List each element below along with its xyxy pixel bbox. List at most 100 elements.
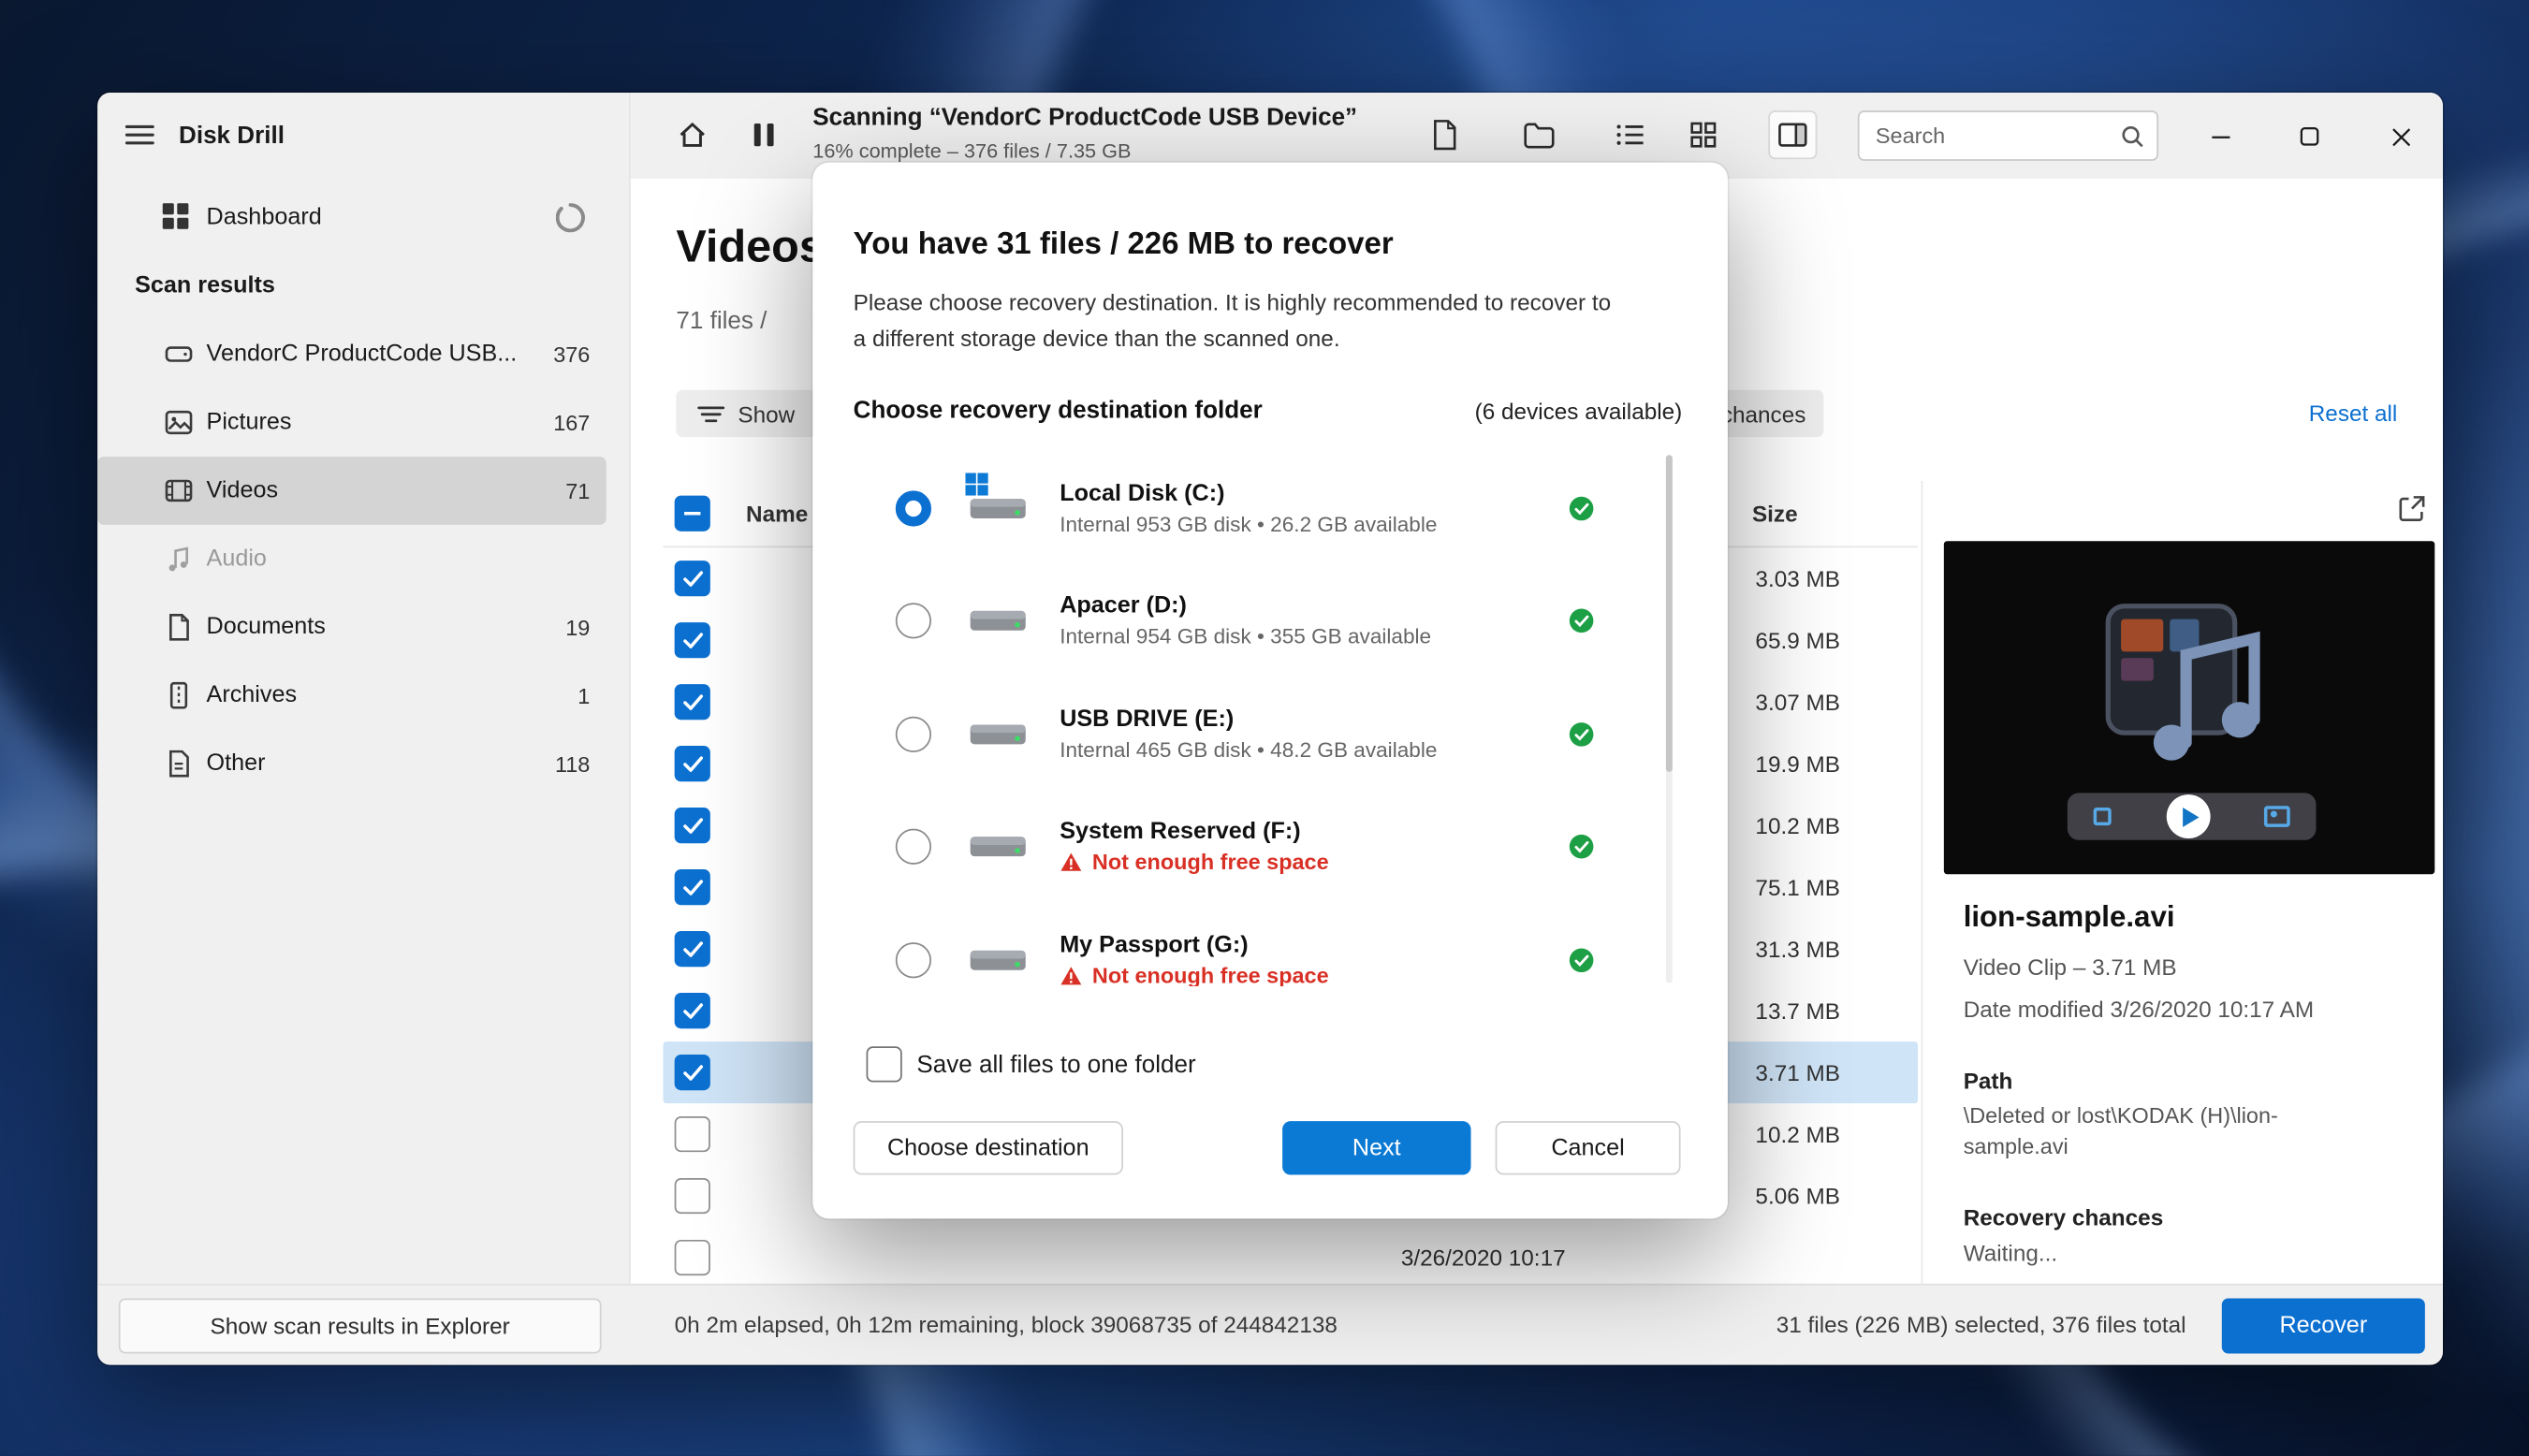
file-size: 10.2 MB [1755,794,1840,856]
destination-folder-label: Choose recovery destination folder [854,397,1263,425]
save-all-row[interactable]: Save all files to one folder [867,1046,1196,1082]
show-in-explorer-button[interactable]: Show scan results in Explorer [119,1298,602,1353]
row-checkbox-unchecked[interactable] [675,1178,710,1214]
sidebar-item-label: Documents [207,614,326,640]
recovery-destination-dialog: You have 31 files / 226 MB to recover Pl… [812,163,1728,1219]
file-size: 19.9 MB [1755,733,1840,794]
row-checkbox-unchecked[interactable] [675,1116,710,1152]
file-row[interactable]: 3/26/2020 10:17 [663,1227,1918,1284]
recover-button[interactable]: Recover [2222,1298,2425,1353]
home-icon [676,119,709,152]
radio-unselected[interactable] [896,942,931,978]
show-filter-label: Show [738,400,795,427]
close-button[interactable] [2376,112,2425,161]
column-header-name[interactable]: Name [746,481,808,546]
devices-available-label: (6 devices available) [1475,398,1683,424]
radio-unselected[interactable] [896,716,931,751]
file-size: 75.1 MB [1755,856,1840,918]
sidebar-item-documents[interactable]: Documents 19 [97,593,607,662]
drive-option-local-disk-c[interactable]: Local Disk (C:) Internal 953 GB disk • 2… [854,452,1683,565]
maximize-button[interactable] [2286,112,2334,161]
select-all-checkbox[interactable] [675,496,710,531]
stop-icon[interactable] [2094,808,2112,825]
home-button[interactable] [668,110,717,159]
sidebar-item-archives[interactable]: Archives 1 [97,662,607,730]
sidebar-item-dashboard[interactable]: Dashboard [97,188,629,247]
drive-ok-icon [1567,833,1596,862]
file-size: 10.2 MB [1755,1103,1840,1165]
audio-icon [164,545,193,574]
row-checkbox-checked[interactable] [675,1055,710,1090]
row-checkbox-checked[interactable] [675,993,710,1028]
sidebar-item-badge: 167 [553,410,590,434]
row-checkbox-checked[interactable] [675,869,710,905]
screen: Disk Drill Dashboard Scan results Vendor… [0,0,2529,1456]
checkmark-icon [681,755,703,773]
radio-selected[interactable] [896,490,931,526]
file-size: 3.07 MB [1755,671,1840,733]
sidebar-item-audio[interactable]: Audio [97,525,607,593]
sidebar-item-videos[interactable]: Videos 71 [97,457,607,525]
checkmark-icon [681,817,703,835]
row-checkbox-checked[interactable] [675,808,710,843]
warning-icon [1060,852,1082,873]
row-checkbox-checked[interactable] [675,746,710,781]
sidebar-item-label: Pictures [207,410,292,436]
pause-button[interactable] [739,110,788,159]
drive-text: My Passport (G:) Not enough free space [1060,932,1328,986]
preview-pane-icon [1778,122,1807,148]
search-input[interactable] [1858,110,2158,161]
checkmark-icon [681,940,703,958]
row-checkbox-unchecked[interactable] [675,1240,710,1275]
drive-option-usb-drive-e[interactable]: USB DRIVE (E:) Internal 465 GB disk • 48… [854,677,1683,791]
menu-button[interactable] [117,112,163,158]
row-checkbox-checked[interactable] [675,622,710,658]
checkmark-icon [681,693,703,711]
row-checkbox-checked[interactable] [675,931,710,967]
path-label: Path [1964,1068,2013,1094]
drive-name: My Passport (G:) [1060,932,1328,958]
search-icon [2119,124,2145,157]
minimize-button[interactable] [2196,112,2244,161]
file-size: 5.06 MB [1755,1165,1840,1227]
cancel-button[interactable]: Cancel [1496,1121,1681,1174]
grid-view-button[interactable] [1679,110,1728,159]
open-folder-button[interactable] [1514,110,1563,159]
show-filter-button[interactable]: Show [676,390,815,437]
column-header-size[interactable]: Size [1752,481,1798,546]
sidebar-item-other[interactable]: Other 118 [97,730,607,798]
drive-option-system-reserved-f[interactable]: System Reserved (F:) Not enough free spa… [854,791,1683,904]
file-date: 3/26/2020 10:17 [1401,1227,1566,1284]
drive-name: Apacer (D:) [1060,593,1431,619]
drive-detail: Internal 954 GB disk • 355 GB available [1060,624,1431,648]
files-summary: 71 files / [676,307,767,335]
list-view-button[interactable] [1606,110,1655,159]
scrollbar-thumb[interactable] [1666,455,1673,772]
drive-option-my-passport-g[interactable]: My Passport (G:) Not enough free space [854,903,1683,986]
choose-destination-button[interactable]: Choose destination [854,1121,1123,1174]
close-icon [2390,126,2412,148]
sidebar-item-badge: 1 [577,683,590,707]
row-checkbox-checked[interactable] [675,561,710,596]
save-all-checkbox[interactable] [867,1046,902,1082]
app-title: Disk Drill [179,121,285,149]
session-file-button[interactable] [1421,110,1469,159]
dashboard-label: Dashboard [207,205,322,231]
archives-icon [164,681,193,710]
image-view-icon[interactable] [2264,806,2290,827]
preview-pane-button[interactable] [1768,110,1817,159]
scan-title: Scanning “VendorC ProductCode USB Device… [812,104,1357,132]
row-checkbox-checked[interactable] [675,684,710,720]
next-button[interactable]: Next [1282,1121,1470,1174]
sidebar-item-pictures[interactable]: Pictures 167 [97,388,607,457]
radio-unselected[interactable] [896,829,931,865]
preview-panel: lion-sample.avi Video Clip – 3.71 MB Dat… [1944,179,2443,1284]
spinner-icon [556,203,585,232]
radio-unselected[interactable] [896,604,931,639]
sidebar-item-vendorc-usb[interactable]: VendorC ProductCode USB... 376 [97,320,607,388]
drive-list: Local Disk (C:) Internal 953 GB disk • 2… [854,452,1683,986]
list-view-icon [1615,122,1645,148]
drive-option-apacer-d[interactable]: Apacer (D:) Internal 954 GB disk • 355 G… [854,564,1683,677]
open-external-button[interactable] [2392,489,2432,529]
play-button[interactable] [2166,794,2210,838]
